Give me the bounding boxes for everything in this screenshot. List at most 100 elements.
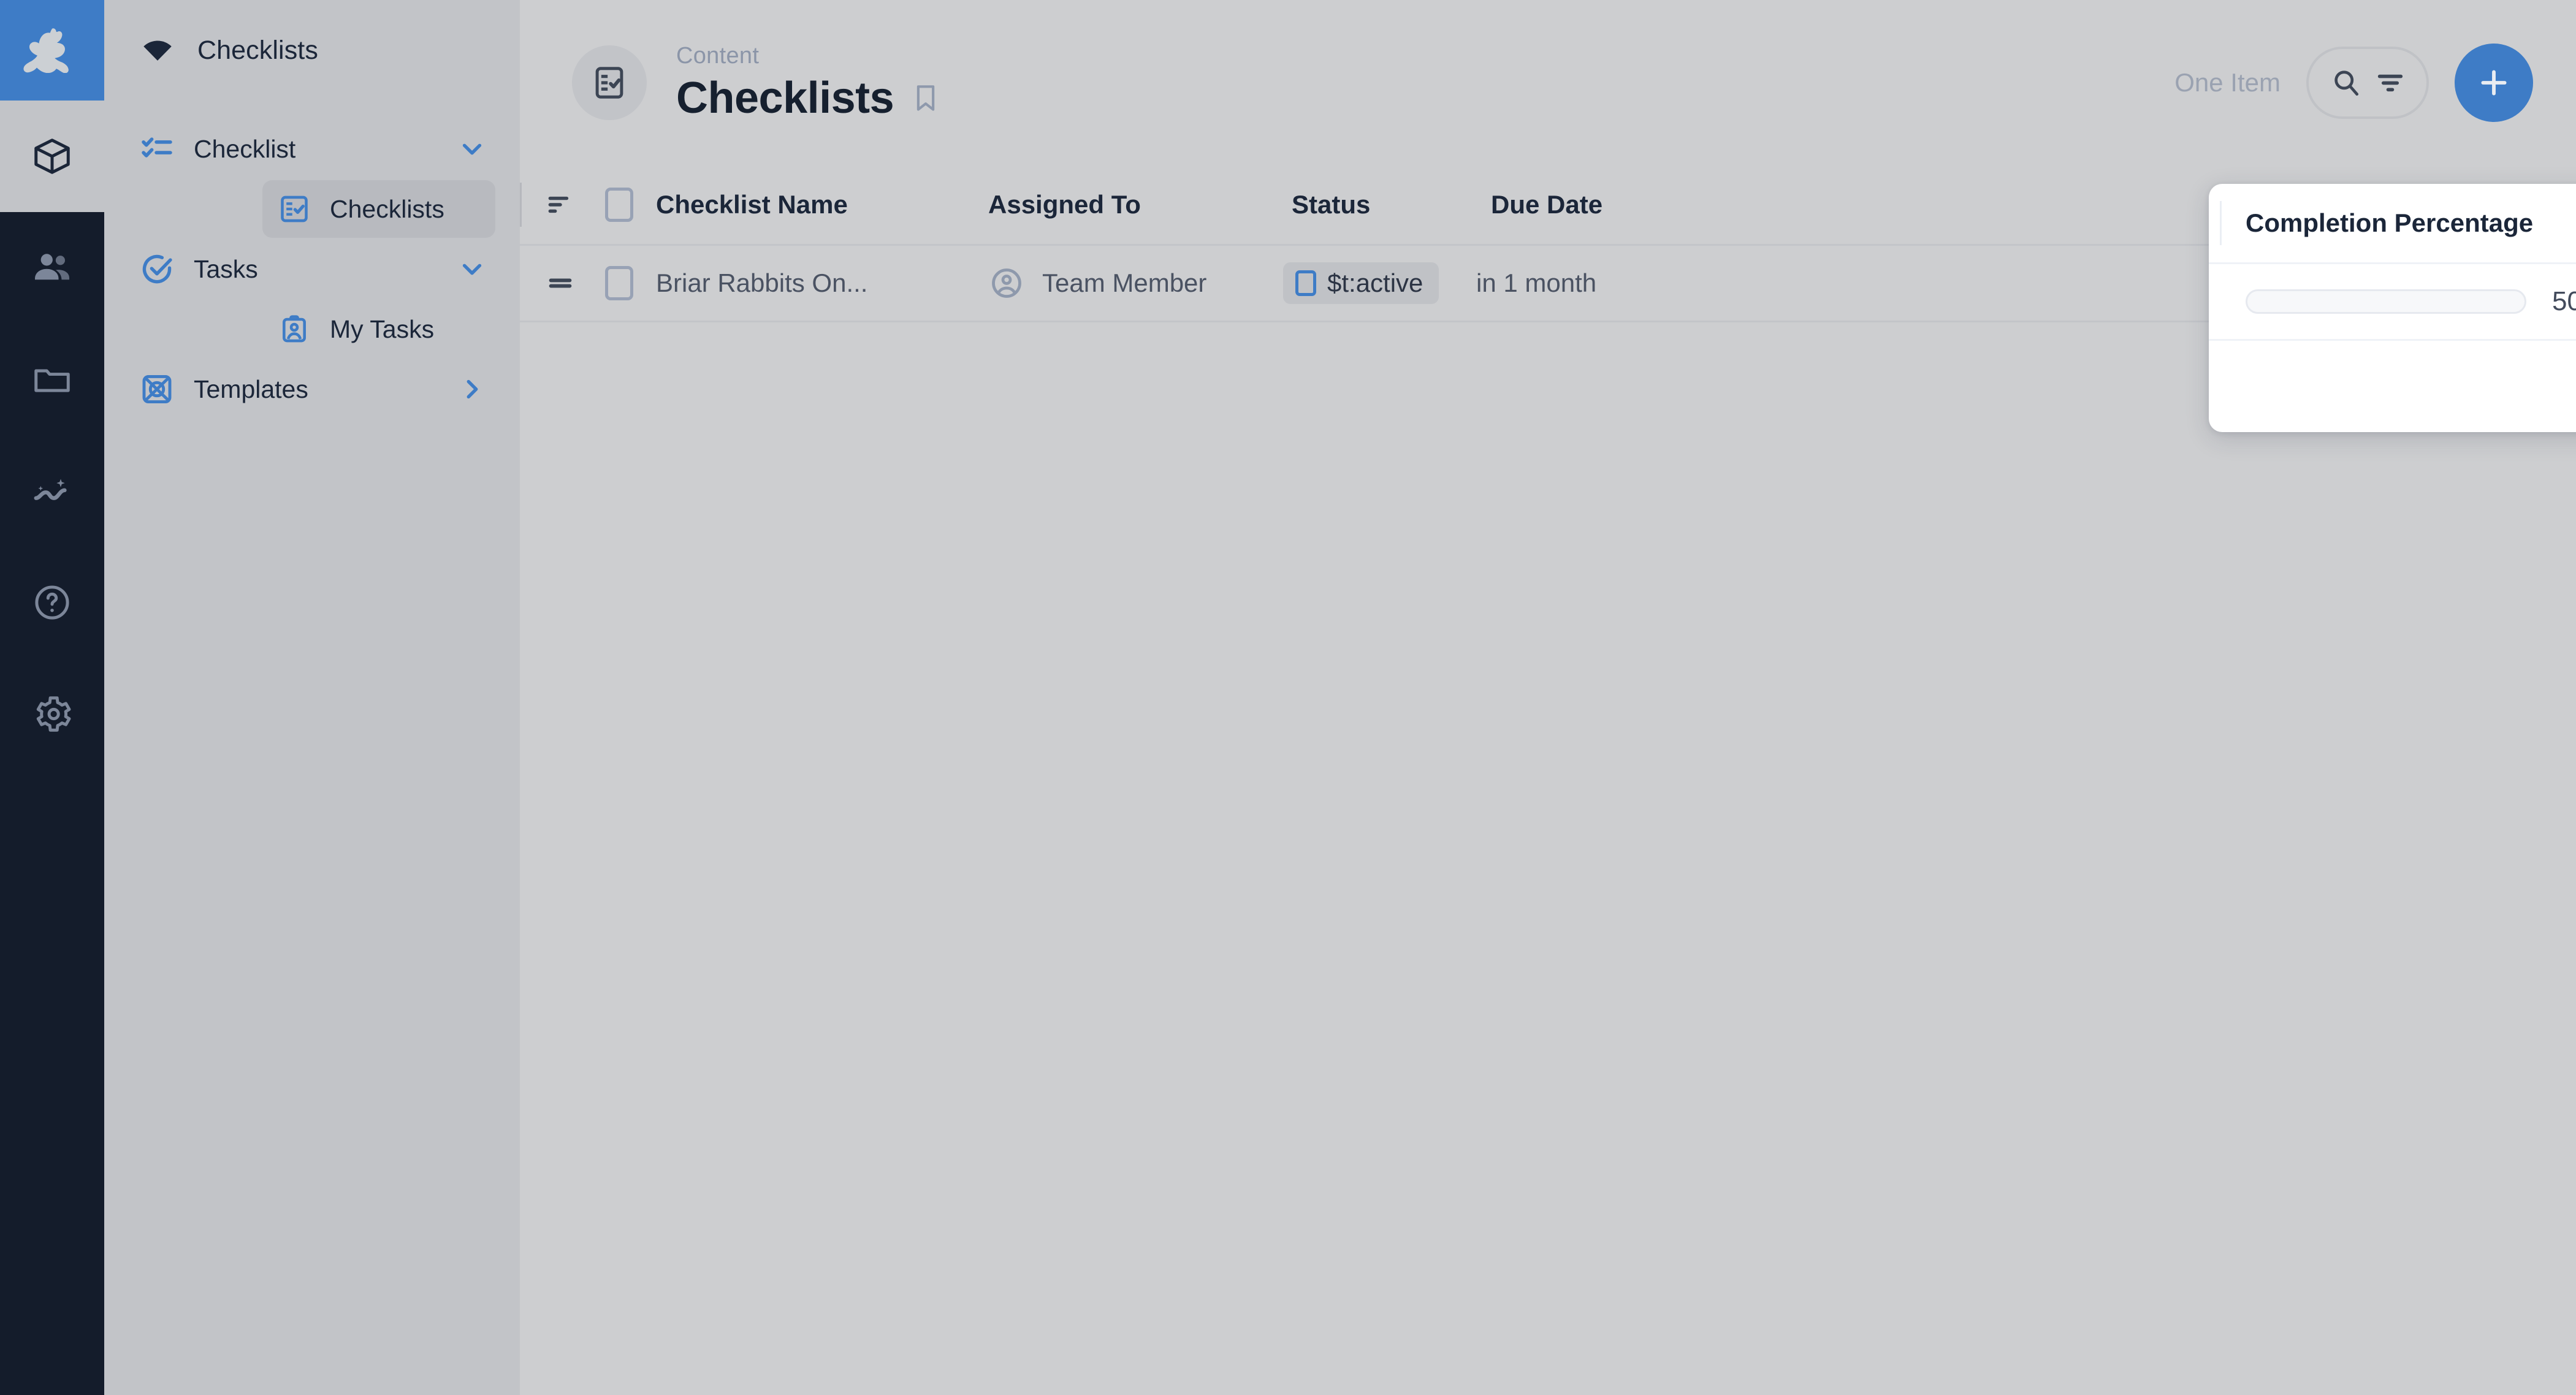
sidebar-group-tasks-label: Tasks [194, 254, 258, 283]
cell-assigned[interactable]: Team Member [961, 246, 1265, 321]
chevron-down-icon[interactable] [456, 255, 488, 283]
chevron-right-icon[interactable] [456, 375, 488, 403]
sidebar-item-checklists[interactable]: Checklists [262, 180, 495, 238]
sidebar-header-title: Checklists [197, 35, 318, 65]
select-all-checkbox[interactable] [605, 188, 633, 222]
cell-completion[interactable] [1642, 246, 2071, 321]
help-circle-icon [35, 585, 69, 620]
page-title-block: Content Checklists [676, 43, 942, 123]
rabbit-logo-icon [23, 28, 69, 73]
sidebar-item-checklists-label: Checklists [330, 194, 444, 223]
checklist-lines-icon [140, 132, 178, 166]
cell-name-text: Briar Rabbits On... [656, 268, 868, 297]
checklist-box-icon [278, 193, 314, 225]
rail-icon-list [0, 101, 104, 770]
sidebar-nav: Checklist Checklists Tasks My Tasks Temp… [104, 101, 520, 419]
drag-handle-icon[interactable] [531, 246, 590, 321]
cell-status[interactable]: $t:active [1265, 246, 1464, 321]
page-header: Content Checklists One Item [520, 0, 2576, 165]
completion-percentage-popover: Completion Percentage 50% [2209, 184, 2576, 432]
rail-item-people[interactable] [0, 212, 104, 324]
chevron-right-glyph [467, 379, 478, 399]
status-badge[interactable]: $t:active [1283, 262, 1439, 304]
shield-fan-glyph [143, 40, 172, 61]
sidebar-group-checklist-label: Checklist [194, 134, 296, 163]
search-filter-button[interactable] [2306, 47, 2429, 119]
column-header-name[interactable]: Checklist Name [649, 165, 961, 244]
people-icon [35, 254, 69, 280]
app-root: Checklists Checklist Checklists Tasks My… [0, 0, 2576, 1395]
title-row: Checklists [676, 73, 942, 123]
page-title: Checklists [676, 73, 894, 123]
badge-person-glyph [283, 315, 306, 343]
sidebar-item-my-tasks-label: My Tasks [330, 314, 435, 343]
filter-icon [2377, 74, 2403, 92]
sidebar-item-my-tasks[interactable]: My Tasks [262, 300, 495, 358]
sort-glyph [548, 196, 569, 213]
sidebar-group-templates-label: Templates [194, 374, 308, 403]
popover-title: Completion Percentage [2246, 208, 2534, 237]
status-badge-text: $t:active [1327, 268, 1423, 297]
select-all-checkbox-cell[interactable] [590, 165, 649, 244]
app-logo[interactable] [0, 0, 104, 101]
template-box-icon [140, 372, 178, 406]
template-box-glyph [142, 375, 172, 403]
progress-bar-track[interactable] [2246, 289, 2526, 314]
cell-assigned-text: Team Member [1042, 268, 1207, 297]
sidebar-group-templates[interactable]: Templates [104, 359, 520, 419]
chevron-down-glyph [462, 143, 482, 155]
folder-icon [34, 369, 70, 392]
gear-icon [36, 696, 71, 732]
rail-item-settings[interactable] [0, 658, 104, 770]
chevron-down-icon[interactable] [456, 135, 488, 163]
shield-fan-icon [140, 32, 175, 68]
column-header-due-label: Due Date [1491, 190, 1603, 219]
check-circle-glyph [142, 254, 172, 284]
cell-due[interactable]: in 1 month [1464, 246, 1642, 321]
rail-item-help[interactable] [0, 547, 104, 658]
check-circle-icon [140, 252, 178, 286]
add-button[interactable] [2455, 44, 2533, 122]
sidebar-header[interactable]: Checklists [104, 0, 520, 101]
popover-divider-left [2220, 201, 2222, 245]
drag-handle-glyph [549, 278, 572, 288]
chevron-down-glyph [462, 264, 482, 275]
search-icon [2334, 70, 2359, 96]
column-header-status-label: Status [1292, 190, 1371, 219]
column-header-completion[interactable]: Completion Percentage [1642, 165, 2071, 244]
popover-header[interactable]: Completion Percentage [2209, 184, 2576, 262]
column-header-assigned[interactable]: Assigned To [520, 165, 1265, 244]
popover-progress-row[interactable]: 50% [2209, 262, 2576, 341]
checklist-box-glyph [281, 196, 308, 222]
item-count: One Item [2174, 68, 2281, 97]
column-header-due[interactable]: Due Date [520, 165, 1642, 244]
cube-icon [34, 139, 70, 174]
column-header-status[interactable]: Status [520, 165, 1464, 244]
badge-person-icon [278, 313, 314, 345]
sidebar-group-tasks[interactable]: Tasks [104, 239, 520, 299]
bookmark-icon[interactable] [910, 82, 942, 114]
column-header-name-label: Checklist Name [656, 190, 848, 219]
cell-name[interactable]: Briar Rabbits On... [649, 246, 961, 321]
popover-footer [2209, 341, 2576, 427]
sort-icon[interactable] [531, 165, 590, 244]
checklist-box-icon [595, 67, 623, 99]
rail-item-content[interactable] [0, 101, 104, 212]
sidebar-group-checklist[interactable]: Checklist [104, 119, 520, 179]
plus-icon [2481, 70, 2507, 96]
checklist-lines-glyph [142, 137, 172, 158]
rail-item-media[interactable] [0, 324, 104, 435]
column-divider [520, 183, 522, 227]
cell-due-text: in 1 month [1476, 268, 1597, 297]
row-checkbox[interactable] [605, 266, 633, 300]
sidebar: Checklists Checklist Checklists Tasks My… [104, 0, 520, 1395]
icon-rail [0, 0, 104, 1395]
bookmark-glyph [916, 85, 935, 111]
checkbox-blue-icon [1295, 270, 1316, 296]
user-circle-icon [992, 268, 1021, 298]
rail-item-insights[interactable] [0, 435, 104, 547]
row-checkbox-cell[interactable] [590, 246, 649, 321]
main-content: Content Checklists One Item Checklist Na… [520, 0, 2576, 1395]
page-avatar [572, 45, 647, 120]
column-header-assigned-label: Assigned To [988, 190, 1141, 219]
